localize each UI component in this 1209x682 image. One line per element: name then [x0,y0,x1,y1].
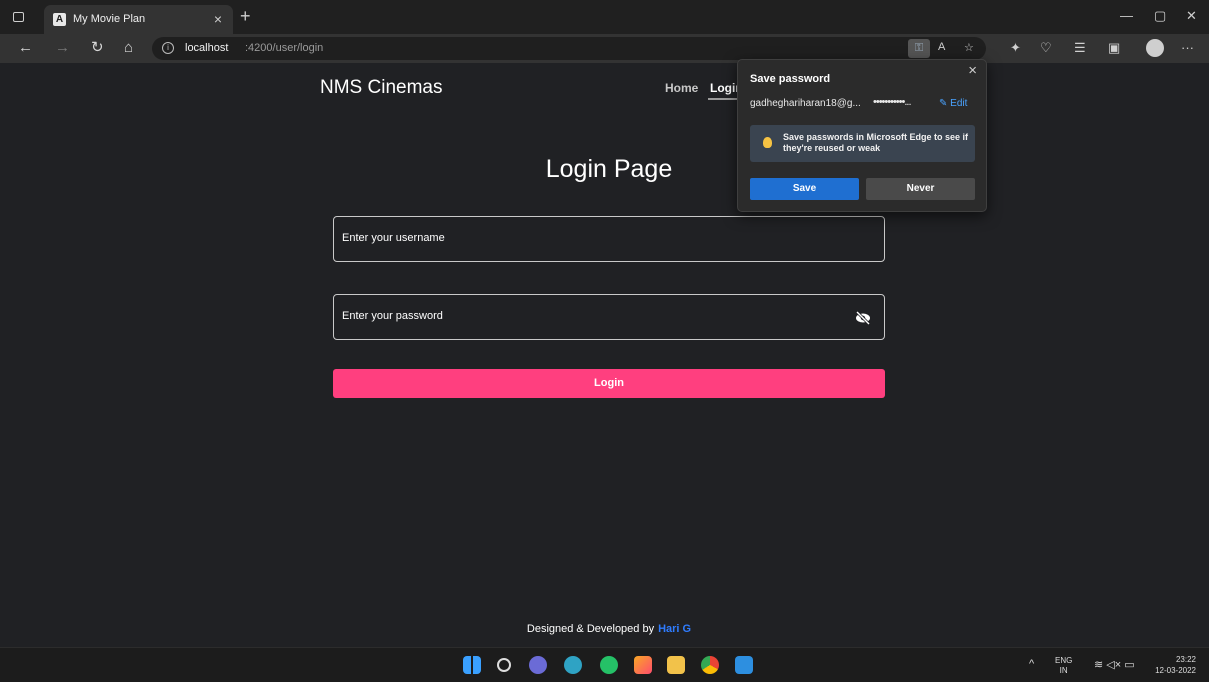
clock[interactable]: 23:22 12-03-2022 [1150,654,1196,676]
extensions-icon[interactable]: ✦ [1010,40,1021,56]
nav-active-indicator [708,98,740,100]
maximize-button[interactable]: ▢ [1154,8,1166,24]
file-explorer-icon[interactable] [667,656,685,674]
search-icon[interactable] [497,658,511,672]
password-key-icon[interactable]: ⚿ [908,39,930,58]
saved-password-mask: •••••••••••... [873,96,912,108]
popup-tip-box: Save passwords in Microsoft Edge to see … [750,125,975,162]
address-toolbar: ← → ↻ ⌂ i localhost :4200/user/login ⚿ A… [0,34,1209,63]
favorites-icon[interactable]: ☰ [1074,40,1086,56]
taskbar: ^ ENG IN ≋ ◁× ▭ 23:22 12-03-2022 [0,647,1209,682]
title-bar: A My Movie Plan × + — ▢ ✕ [0,0,1209,34]
tray-status-icons[interactable]: ≋ ◁× ▭ [1094,658,1135,671]
lightbulb-icon [763,137,772,148]
page-title: Login Page [545,155,673,183]
username-placeholder: Enter your username [342,232,445,244]
clock-time: 23:22 [1175,655,1196,664]
read-aloud-icon[interactable]: A [938,41,945,53]
favorite-icon[interactable]: ☆ [964,41,974,54]
speaker-muted-icon: ◁× [1106,659,1122,671]
region-code: IN [1059,666,1068,675]
url-bar[interactable]: i localhost :4200/user/login ⚿ A ☆ [152,37,986,60]
eye-slash-icon[interactable] [855,310,871,326]
screen: A My Movie Plan × + — ▢ ✕ ← → ↻ ⌂ i loca… [0,0,1209,682]
language-code: ENG [1055,656,1073,665]
tab-title: My Movie Plan [73,13,146,25]
username-input[interactable]: Enter your username [333,216,885,262]
tab-close-icon[interactable]: × [214,11,222,27]
browser-essentials-icon[interactable]: ♡ [1040,40,1052,56]
forward-button[interactable]: → [55,39,70,57]
windows-start-icon[interactable] [463,656,481,674]
clock-date: 12-03-2022 [1155,666,1196,675]
vscode-icon[interactable] [735,656,753,674]
profile-icon[interactable] [1146,39,1164,57]
more-icon[interactable]: ··· [1181,40,1194,56]
password-placeholder: Enter your password [342,310,443,322]
popup-tip-text: Save passwords in Microsoft Edge to see … [783,132,969,153]
teams-chat-icon[interactable] [529,656,547,674]
footer-text: Designed & Developed by [526,623,655,635]
never-button[interactable]: Never [866,178,975,200]
url-host: localhost [185,42,229,54]
wifi-icon: ≋ [1094,659,1104,671]
pencil-icon: ✎ [939,98,951,109]
site-info-icon[interactable]: i [162,42,174,54]
popup-title: Save password [750,73,831,85]
url-path: :4200/user/login [245,42,324,54]
intellij-icon[interactable] [634,656,652,674]
edit-button[interactable]: ✎ Edit [939,98,967,109]
popup-close-icon[interactable]: × [968,62,977,79]
close-window-button[interactable]: ✕ [1186,8,1197,24]
home-button[interactable]: ⌂ [124,39,133,57]
login-button[interactable]: Login [333,369,885,398]
battery-icon: ▭ [1124,659,1135,671]
tray-caret-icon[interactable]: ^ [1029,658,1034,670]
nav-home-link[interactable]: Home [665,81,698,95]
brand-logo[interactable]: NMS Cinemas [320,77,442,99]
collections-icon[interactable]: ▣ [1108,40,1120,56]
back-button[interactable]: ← [18,39,33,57]
footer: Designed & Developed by Hari G [0,623,1209,635]
save-password-popup: Save password × gadheghariharan18@g... •… [737,59,987,212]
save-button[interactable]: Save [750,178,859,200]
password-input[interactable]: Enter your password [333,294,885,340]
minimize-button[interactable]: — [1120,8,1133,24]
refresh-button[interactable]: ↻ [91,39,104,57]
tab-actions-icon[interactable] [13,12,24,22]
edit-label: Edit [950,98,968,109]
angular-favicon-icon: A [53,13,66,26]
chrome-icon[interactable] [701,656,719,674]
browser-tab[interactable]: A My Movie Plan × [44,5,233,34]
language-indicator[interactable]: ENG IN [1055,656,1072,676]
new-tab-button[interactable]: + [240,6,251,26]
page-content: NMS Cinemas Home Login Login Page Enter … [0,63,1209,647]
whatsapp-icon[interactable] [600,656,618,674]
footer-author-link[interactable]: Hari G [658,623,691,635]
edge-icon[interactable] [564,656,582,674]
saved-username: gadheghariharan18@g... [750,98,861,109]
